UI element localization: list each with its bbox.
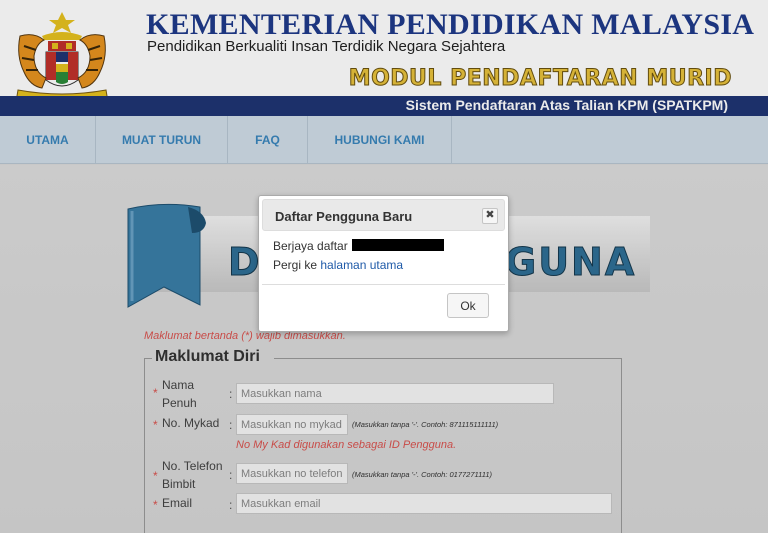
register-success-dialog: Daftar Pengguna Baru ✖ Berjaya daftar Pe…	[258, 195, 509, 332]
dialog-message: Berjaya daftar Pergi ke halaman utama	[273, 237, 444, 275]
home-link[interactable]: halaman utama	[320, 258, 403, 272]
dialog-title: Daftar Pengguna Baru	[275, 209, 413, 224]
dialog-footer-divider	[262, 284, 505, 285]
close-icon[interactable]: ✖	[482, 208, 498, 224]
ok-button[interactable]: Ok	[447, 293, 489, 318]
success-line: Berjaya daftar	[273, 237, 444, 256]
goto-line: Pergi ke halaman utama	[273, 258, 404, 272]
dialog-titlebar[interactable]: Daftar Pengguna Baru ✖	[262, 199, 505, 231]
redacted-username	[351, 239, 444, 251]
